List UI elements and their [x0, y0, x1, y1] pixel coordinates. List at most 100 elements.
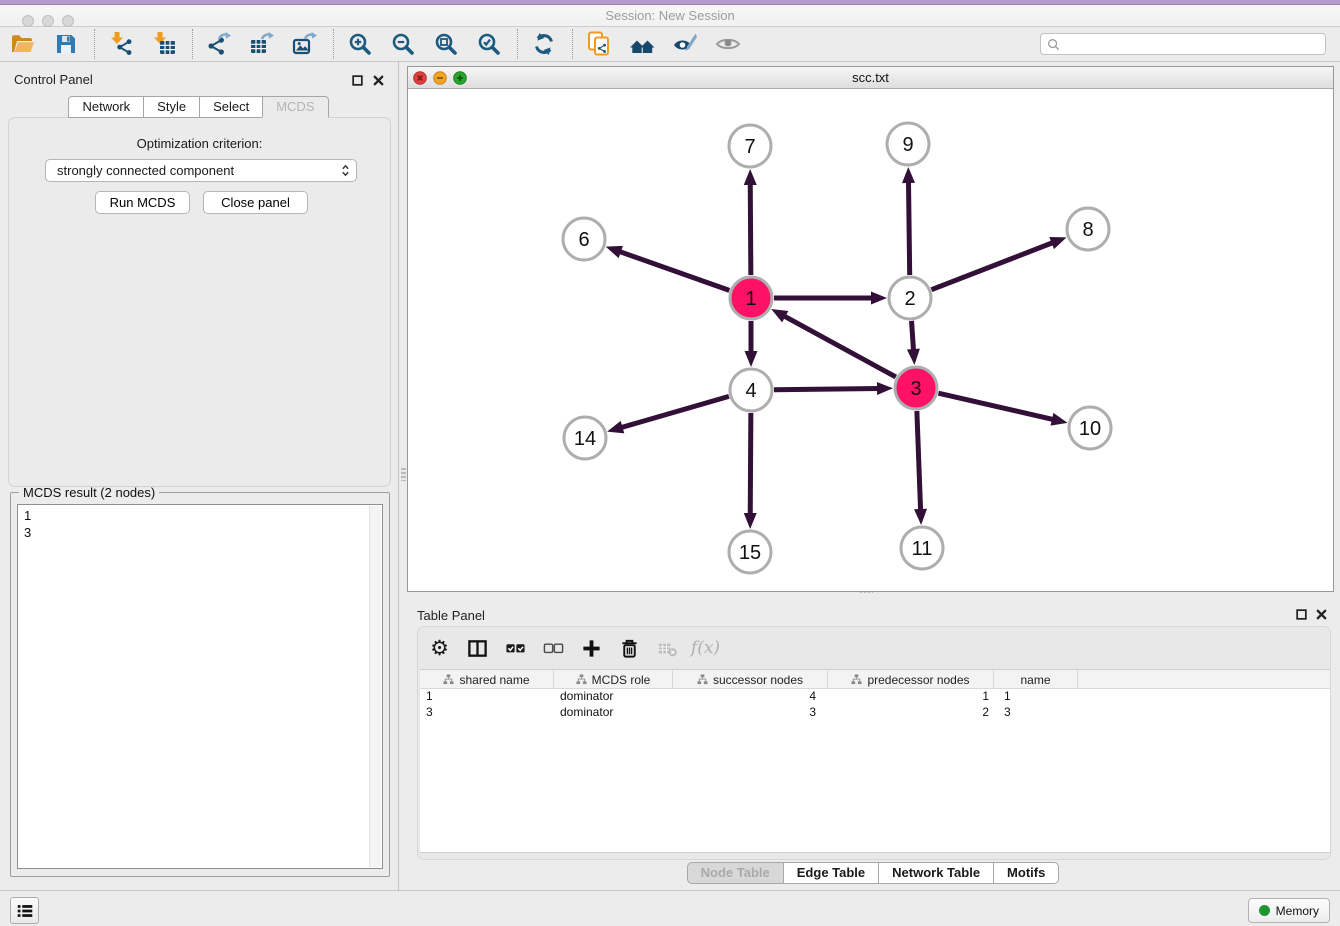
tab-select[interactable]: Select — [199, 96, 263, 118]
mcds-result-lines: 13 — [18, 505, 382, 543]
network-frame-titlebar[interactable]: scc.txt — [408, 67, 1333, 89]
graph-node-10[interactable]: 10 — [1069, 407, 1111, 449]
zoom-fit-icon[interactable] — [431, 29, 461, 59]
tab-edge-table[interactable]: Edge Table — [783, 862, 879, 884]
column-header-name[interactable]: name — [994, 670, 1078, 689]
open-session-icon[interactable] — [8, 29, 38, 59]
delete-column-icon[interactable] — [616, 634, 643, 662]
zoom-out-icon[interactable] — [388, 29, 418, 59]
graph-node-3[interactable]: 3 — [895, 367, 937, 409]
select-all-columns-icon[interactable] — [502, 634, 529, 662]
graph-node-11[interactable]: 11 — [901, 527, 943, 569]
export-image-icon[interactable] — [290, 29, 320, 59]
table-cell[interactable]: dominator — [554, 689, 673, 705]
export-network-icon[interactable] — [204, 29, 234, 59]
graph-node-7[interactable]: 7 — [729, 125, 771, 167]
main-toolbar — [0, 27, 1340, 62]
table-cell[interactable]: 1 — [420, 689, 554, 705]
graph-edge-1-4[interactable] — [745, 321, 758, 367]
column-header-MCDS-role[interactable]: MCDS role — [554, 670, 673, 689]
graph-node-8[interactable]: 8 — [1067, 208, 1109, 250]
apply-layout-icon[interactable] — [529, 29, 559, 59]
graph-node-1[interactable]: 1 — [730, 277, 772, 319]
table-cell[interactable]: 3 — [420, 705, 554, 721]
mcds-result-textarea[interactable]: 13 — [17, 504, 383, 869]
graph-node-14[interactable]: 14 — [564, 417, 606, 459]
search-input[interactable] — [1064, 35, 1325, 53]
clone-network-icon[interactable] — [584, 29, 614, 59]
save-session-icon[interactable] — [51, 29, 81, 59]
graph-edge-3-1[interactable] — [771, 309, 896, 377]
delete-table-icon — [654, 634, 681, 662]
tab-network-table[interactable]: Network Table — [878, 862, 994, 884]
table-cell[interactable]: dominator — [554, 705, 673, 721]
result-scrollbar[interactable] — [369, 506, 381, 867]
criterion-dropdown-value: strongly connected component — [57, 163, 341, 178]
table-cell[interactable]: 3 — [673, 705, 828, 721]
table-cell[interactable]: 2 — [828, 705, 994, 721]
search-field[interactable] — [1040, 33, 1326, 55]
result-line: 1 — [24, 507, 376, 524]
run-mcds-button[interactable]: Run MCDS — [95, 191, 190, 214]
zoom-selected-icon[interactable] — [474, 29, 504, 59]
graph-edge-4-14[interactable] — [607, 396, 729, 433]
graph-edge-2-9[interactable] — [902, 167, 915, 275]
table-cell[interactable]: 3 — [994, 705, 1078, 721]
tab-motifs[interactable]: Motifs — [993, 862, 1059, 884]
node-table-container: ⚙f(x) shared nameMCDS rolesuccessor node… — [417, 626, 1331, 860]
column-header-shared-name[interactable]: shared name — [420, 670, 554, 689]
settings-gear-icon[interactable]: ⚙ — [426, 634, 453, 662]
graph-node-2[interactable]: 2 — [889, 277, 931, 319]
tab-network[interactable]: Network — [68, 96, 144, 118]
tab-mcds[interactable]: MCDS — [262, 96, 328, 118]
show-style-icon[interactable] — [670, 29, 700, 59]
graph-edge-1-2[interactable] — [774, 292, 887, 305]
tab-style[interactable]: Style — [143, 96, 200, 118]
export-table-icon[interactable] — [247, 29, 277, 59]
graph-edge-3-10[interactable] — [938, 393, 1067, 425]
import-network-icon[interactable] — [106, 29, 136, 59]
criterion-dropdown[interactable]: strongly connected component — [45, 159, 357, 182]
close-panel-button[interactable]: Close panel — [203, 191, 308, 214]
control-panel-title: Control Panel — [14, 72, 93, 87]
graph-node-15[interactable]: 15 — [729, 531, 771, 573]
float-panel-icon[interactable] — [351, 74, 364, 87]
search-icon — [1047, 38, 1060, 51]
task-history-button[interactable] — [10, 897, 39, 924]
graph-node-9[interactable]: 9 — [887, 123, 929, 165]
unselect-all-columns-icon[interactable] — [540, 634, 567, 662]
table-cell[interactable]: 4 — [673, 689, 828, 705]
close-panel-icon[interactable] — [372, 74, 385, 87]
add-column-icon[interactable] — [578, 634, 605, 662]
table-row[interactable]: 3dominator323 — [420, 705, 1330, 721]
table-cell[interactable]: 1 — [828, 689, 994, 705]
graph-edge-2-8[interactable] — [931, 237, 1066, 290]
window-titlebar: Session: New Session — [0, 5, 1340, 27]
zoom-in-icon[interactable] — [345, 29, 375, 59]
graph-edge-1-6[interactable] — [606, 246, 730, 290]
table-rows: 1dominator4113dominator323 — [420, 689, 1330, 721]
graph-node-6[interactable]: 6 — [563, 218, 605, 260]
memory-label: Memory — [1276, 904, 1319, 918]
tab-node-table[interactable]: Node Table — [687, 862, 784, 884]
preview-eye-icon[interactable] — [713, 29, 743, 59]
graph-edge-3-11[interactable] — [914, 411, 927, 525]
column-header-successor-nodes[interactable]: successor nodes — [673, 670, 828, 689]
graph-edge-2-3[interactable] — [907, 321, 920, 365]
node-table[interactable]: shared nameMCDS rolesuccessor nodesprede… — [420, 669, 1330, 853]
table-row[interactable]: 1dominator411 — [420, 689, 1330, 705]
close-table-panel-icon[interactable] — [1315, 608, 1328, 621]
vertical-splitter-grip[interactable] — [401, 468, 406, 481]
split-columns-icon[interactable] — [464, 634, 491, 662]
table-cell[interactable]: 1 — [994, 689, 1078, 705]
column-header-predecessor-nodes[interactable]: predecessor nodes — [828, 670, 994, 689]
graph-edge-4-3[interactable] — [774, 382, 893, 395]
import-table-icon[interactable] — [149, 29, 179, 59]
network-canvas[interactable]: 1 2 3 4 6 7 8 9 10 11 14 15 — [408, 89, 1333, 591]
graph-edge-4-15[interactable] — [744, 413, 757, 529]
float-table-panel-icon[interactable] — [1295, 608, 1308, 621]
graph-edge-1-7[interactable] — [744, 169, 757, 275]
memory-button[interactable]: Memory — [1248, 898, 1330, 923]
home-icon[interactable] — [627, 29, 657, 59]
graph-node-4[interactable]: 4 — [730, 369, 772, 411]
